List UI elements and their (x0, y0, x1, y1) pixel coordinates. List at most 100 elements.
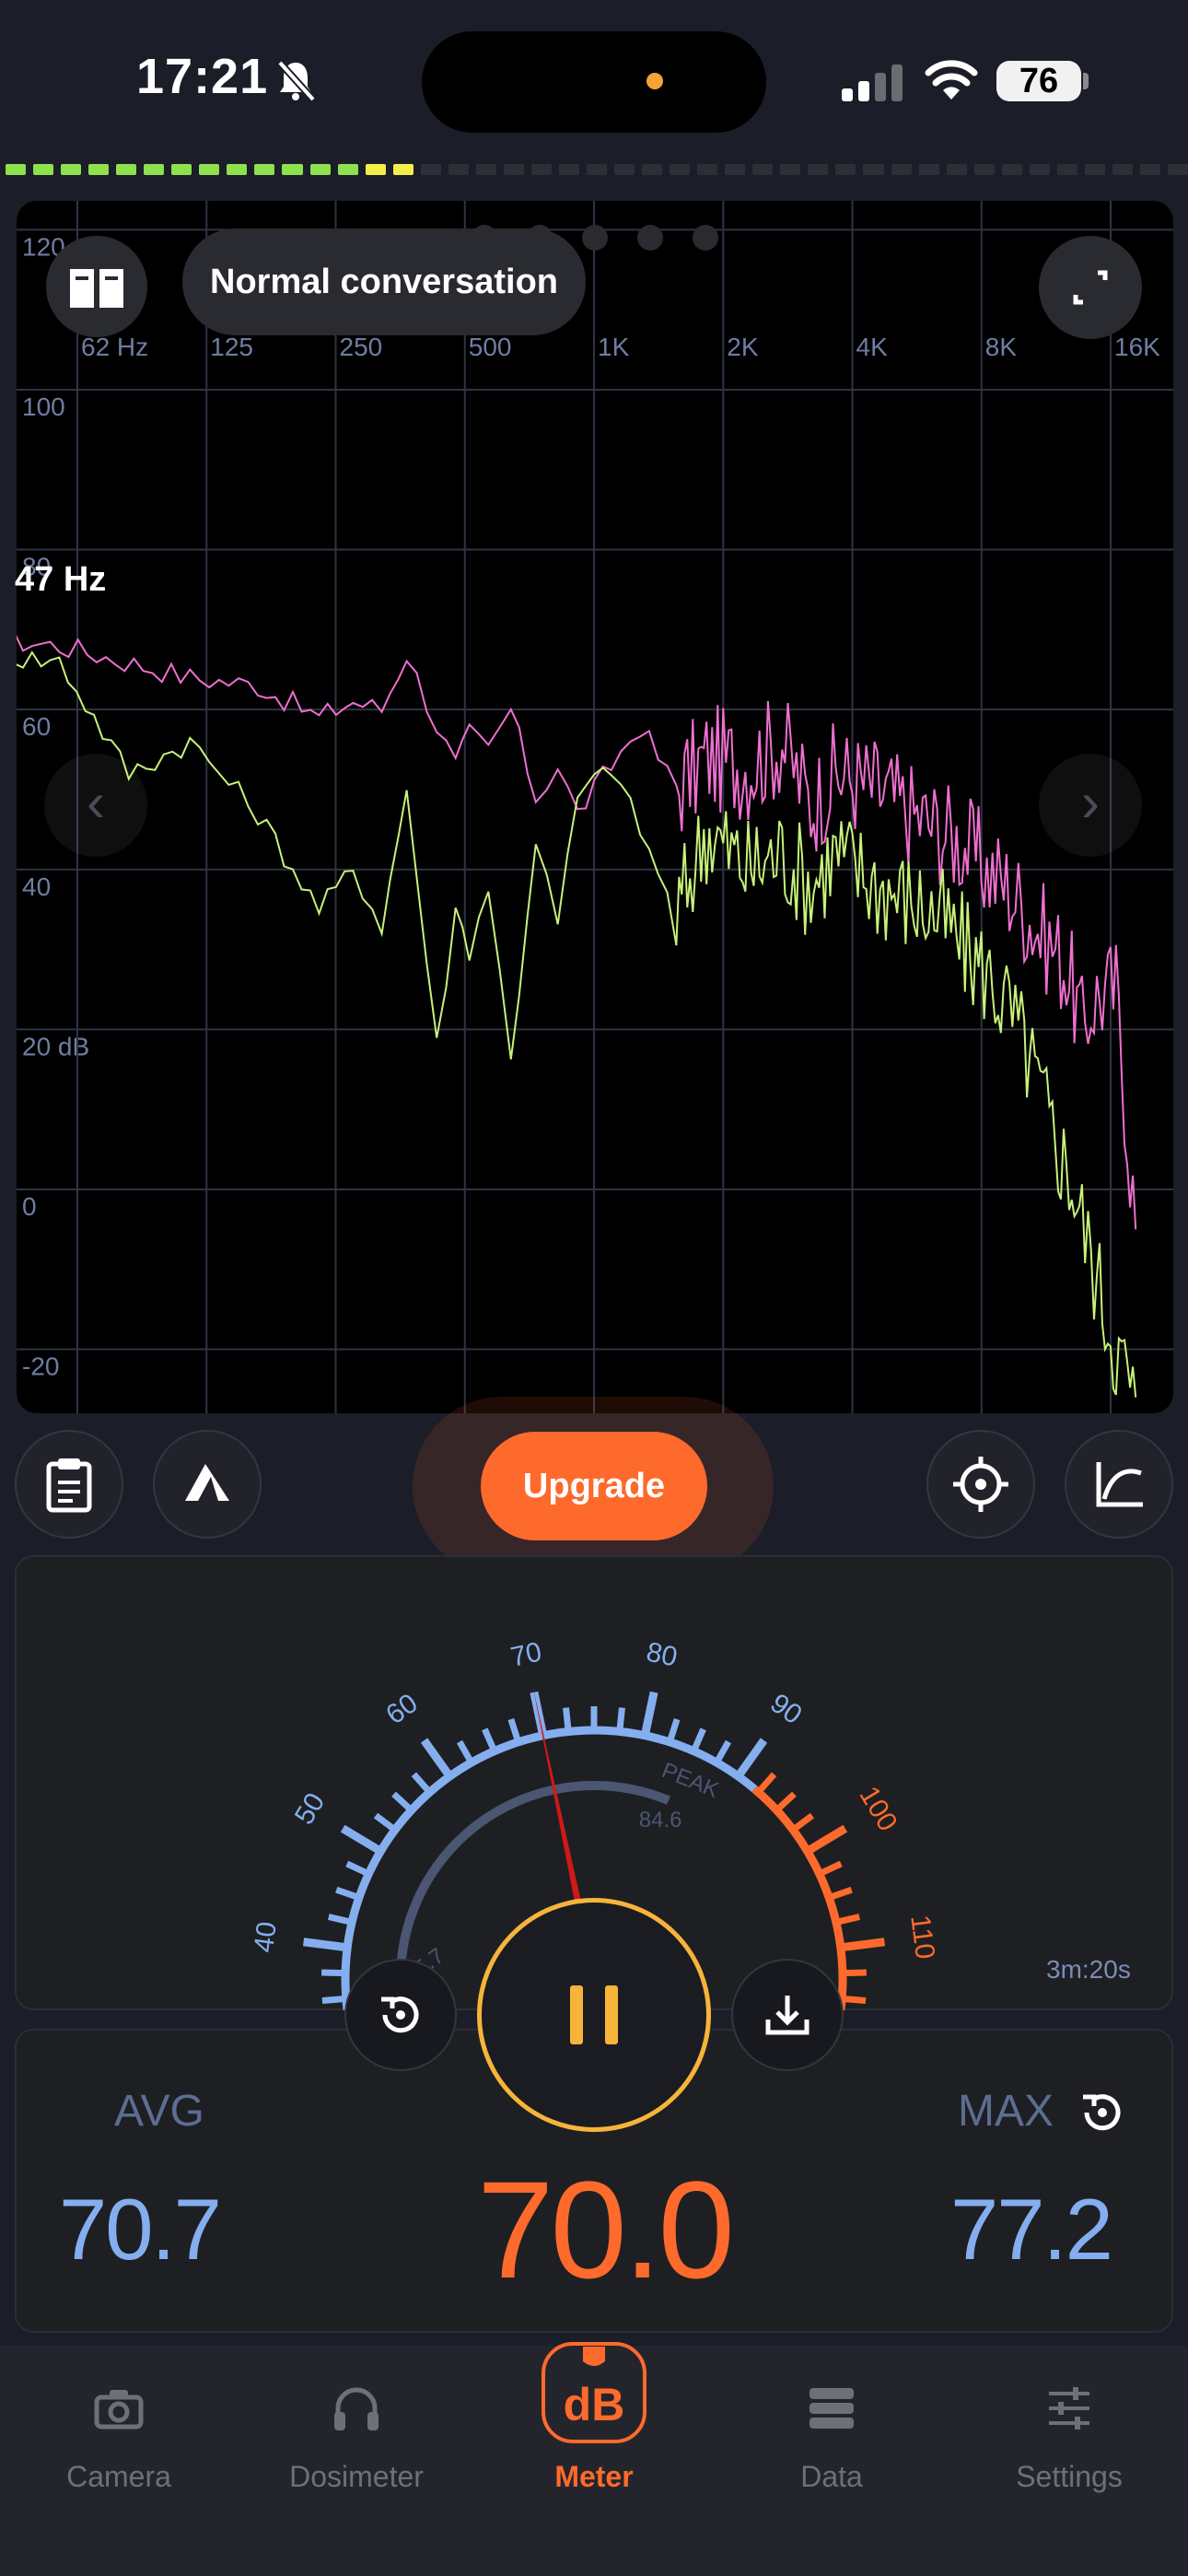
level-segment (171, 164, 192, 175)
fullscreen-button[interactable] (1039, 236, 1142, 339)
gauge-tick (328, 1914, 353, 1926)
level-segment (337, 164, 358, 175)
x-tick-label: 125 (210, 333, 253, 361)
spectrum-plot: 12010080604020 dB0-2062 Hz 125 250 500 1K 2K 4… (17, 201, 1173, 1413)
page-dot[interactable] (582, 225, 608, 251)
y-tick-label: 20 dB (22, 1032, 89, 1060)
level-segment (282, 164, 303, 175)
chevron-right-icon: › (1081, 771, 1100, 833)
spectrum-series-line (17, 635, 1137, 1230)
level-segment (1167, 164, 1188, 175)
x-tick-label: 4K (856, 333, 889, 361)
status-time: 17:21 (136, 49, 269, 104)
sound-context-label[interactable]: Normal conversation (182, 228, 586, 335)
fullscreen-icon (1073, 270, 1108, 305)
gauge-scale-label: 40 (249, 1920, 283, 1954)
x-tick-label: 8K (985, 333, 1018, 361)
weighting-button[interactable] (153, 1430, 262, 1539)
database-icon (809, 2388, 854, 2429)
level-segment (365, 164, 386, 175)
avg-label: AVG (114, 2087, 204, 2136)
camera-icon (94, 2390, 144, 2430)
level-segment (1029, 164, 1050, 175)
gauge-tick (616, 1707, 625, 1732)
level-segment (448, 164, 469, 175)
level-segment (503, 164, 524, 175)
spectrum-chart[interactable]: 120 100 80 60 40 20 dB 0 -20 62 Hz 125 250 500 1K 2K 4… (17, 201, 1173, 1413)
gauge-tick (456, 1739, 474, 1764)
tab-meter-label: Meter (554, 2460, 634, 2493)
gauge-tick (507, 1717, 522, 1743)
tab-dosimeter[interactable]: Dosimeter (238, 2362, 475, 2494)
level-segment (1112, 164, 1133, 175)
level-segment (309, 164, 331, 175)
mic-indicator (646, 73, 663, 89)
previous-view-button[interactable]: ‹ (44, 754, 147, 857)
tab-meter[interactable]: dB Meter (475, 2342, 713, 2494)
gauge-tick (835, 1914, 860, 1926)
upgrade-button[interactable]: Upgrade (481, 1432, 707, 1540)
chart-curve-icon (1096, 1462, 1143, 1507)
graph-mode-button[interactable] (1065, 1430, 1173, 1539)
gauge-tick (391, 1791, 414, 1813)
calibrate-button[interactable] (926, 1430, 1035, 1539)
reset-icon (381, 1996, 419, 2033)
avg-value: 70.7 (59, 2181, 222, 2277)
gauge-tick (340, 1824, 383, 1856)
level-segment (1139, 164, 1160, 175)
level-segment (642, 164, 663, 175)
headphones-icon (334, 2387, 379, 2430)
y-tick-label: 60 (22, 712, 51, 741)
y-tick-label: 100 (22, 392, 65, 421)
tab-settings[interactable]: Settings (950, 2362, 1188, 2494)
level-segment (780, 164, 801, 175)
x-tick-label: 500 (469, 333, 512, 361)
clipboard-icon (46, 1458, 92, 1513)
level-segment (116, 164, 137, 175)
gauge-scale-label: 100 (853, 1781, 903, 1836)
book-icon (70, 269, 123, 308)
max-value: 77.2 (950, 2181, 1113, 2277)
download-icon (765, 1996, 809, 2035)
level-segment (891, 164, 912, 175)
pause-button[interactable] (477, 1898, 711, 2132)
frequency-cursor-readout: 47 Hz (15, 560, 107, 599)
gauge-tick (335, 1886, 360, 1901)
y-tick-label: 0 (22, 1192, 37, 1221)
level-segment (1056, 164, 1077, 175)
level-segment (6, 164, 27, 175)
gauge-tick (302, 1938, 348, 1952)
gauge-tick (321, 1995, 347, 2004)
level-segment (614, 164, 635, 175)
export-button[interactable] (731, 1959, 844, 2071)
level-segment (973, 164, 995, 175)
gauge-tick (818, 1860, 843, 1878)
tab-settings-label: Settings (1016, 2460, 1123, 2493)
gauge-tick (805, 1824, 848, 1856)
reset-max-icon[interactable] (1076, 2086, 1129, 2139)
tab-camera[interactable]: Camera (0, 2362, 238, 2494)
gauge-tick (734, 1738, 768, 1779)
bell-slash-icon (277, 60, 315, 101)
level-segment (1084, 164, 1105, 175)
gauge-tick (841, 1995, 867, 2004)
guide-button[interactable] (46, 236, 147, 337)
gauge-scale-label: 110 (904, 1914, 940, 1961)
level-segment (918, 164, 939, 175)
gauge-scale-label: 80 (644, 1637, 680, 1673)
next-view-button[interactable]: › (1039, 754, 1142, 857)
x-tick-label: 1K (598, 333, 630, 361)
page-dot[interactable] (693, 225, 718, 251)
page-dot[interactable] (637, 225, 663, 251)
gauge-tick (828, 1886, 853, 1901)
elapsed-time: 3m:20s (1046, 1955, 1131, 1984)
gauge-tick (755, 1772, 777, 1795)
report-button[interactable] (15, 1430, 123, 1539)
tab-data[interactable]: Data (713, 2362, 950, 2494)
gauge-tick (691, 1727, 706, 1753)
db-meter-icon: dB (542, 2342, 646, 2443)
level-segment (392, 164, 413, 175)
battery-indicator: 76 (996, 61, 1081, 101)
reset-button[interactable] (344, 1959, 457, 2071)
level-segment (946, 164, 967, 175)
